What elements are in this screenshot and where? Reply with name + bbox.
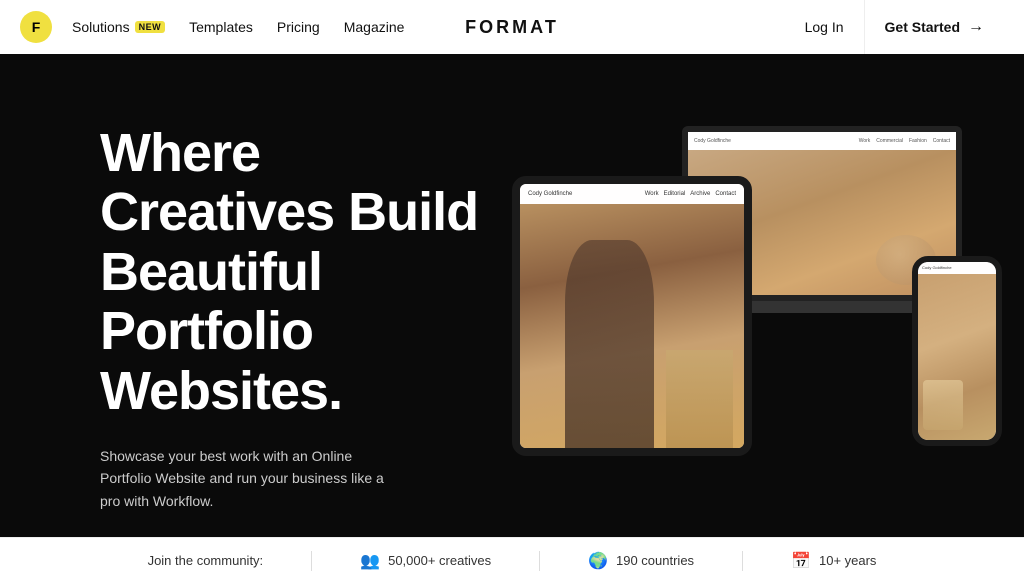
hero-subtitle: Showcase your best work with an Online P… bbox=[100, 445, 390, 512]
creatives-icon: 👥 bbox=[360, 551, 380, 571]
years-value: 10+ years bbox=[819, 553, 876, 568]
laptop-nav-bar: Cody Goldfinche Work Commercial Fashion … bbox=[688, 132, 956, 150]
new-badge: NEW bbox=[135, 21, 166, 33]
separator-1 bbox=[311, 551, 312, 571]
nav-templates[interactable]: Templates bbox=[189, 19, 253, 35]
nav-links: Solutions NEW Templates Pricing Magazine bbox=[72, 19, 785, 35]
phone-image bbox=[918, 274, 996, 440]
phone-body: Cody Goldfinche bbox=[912, 256, 1002, 446]
creatives-value: 50,000+ creatives bbox=[388, 553, 491, 568]
nav-right: Log In Get Started → bbox=[785, 0, 1004, 54]
nav-get-started-button[interactable]: Get Started → bbox=[864, 0, 1004, 54]
phone-screen: Cody Goldfinche bbox=[918, 262, 996, 440]
device-group: Cody Goldfinche Work Commercial Fashion … bbox=[512, 126, 992, 486]
tablet-image bbox=[520, 204, 744, 448]
years-icon: 📅 bbox=[791, 551, 811, 571]
navbar: F Solutions NEW Templates Pricing Magazi… bbox=[0, 0, 1024, 54]
tablet-mockup: Cody Goldfinche Work Editorial Archive C… bbox=[512, 176, 752, 456]
footer-join-label: Join the community: bbox=[148, 553, 264, 568]
hero-title: Where Creatives Build Beautiful Portfoli… bbox=[100, 124, 480, 421]
logo-letter: F bbox=[32, 19, 41, 35]
footer-bar: Join the community: 👥 50,000+ creatives … bbox=[0, 537, 1024, 583]
hero-content: Where Creatives Build Beautiful Portfoli… bbox=[0, 54, 480, 537]
nav-solutions[interactable]: Solutions NEW bbox=[72, 19, 165, 35]
separator-2 bbox=[539, 551, 540, 571]
separator-3 bbox=[742, 551, 743, 571]
phone-mockup: Cody Goldfinche bbox=[912, 256, 1002, 446]
nav-pricing-label: Pricing bbox=[277, 19, 320, 35]
hero-section: Where Creatives Build Beautiful Portfoli… bbox=[0, 54, 1024, 537]
countries-value: 190 countries bbox=[616, 553, 694, 568]
footer-stat-creatives: 👥 50,000+ creatives bbox=[360, 551, 491, 571]
nav-templates-label: Templates bbox=[189, 19, 253, 35]
nav-magazine[interactable]: Magazine bbox=[344, 19, 405, 35]
nav-brand: FORMAT bbox=[465, 17, 559, 38]
tablet-body: Cody Goldfinche Work Editorial Archive C… bbox=[512, 176, 752, 456]
countries-icon: 🌍 bbox=[588, 551, 608, 571]
logo[interactable]: F bbox=[20, 11, 52, 43]
footer-stat-years: 📅 10+ years bbox=[791, 551, 876, 571]
nav-solutions-label: Solutions bbox=[72, 19, 130, 35]
nav-cta-label: Get Started bbox=[885, 19, 960, 35]
hero-devices: Cody Goldfinche Work Commercial Fashion … bbox=[480, 54, 1024, 537]
footer-stat-countries: 🌍 190 countries bbox=[588, 551, 694, 571]
nav-cta-arrow: → bbox=[968, 18, 984, 36]
tablet-nav-bar: Cody Goldfinche Work Editorial Archive C… bbox=[520, 184, 744, 204]
nav-pricing[interactable]: Pricing bbox=[277, 19, 320, 35]
tablet-screen: Cody Goldfinche Work Editorial Archive C… bbox=[520, 184, 744, 448]
nav-magazine-label: Magazine bbox=[344, 19, 405, 35]
login-button[interactable]: Log In bbox=[785, 19, 864, 35]
phone-nav-bar: Cody Goldfinche bbox=[918, 262, 996, 274]
